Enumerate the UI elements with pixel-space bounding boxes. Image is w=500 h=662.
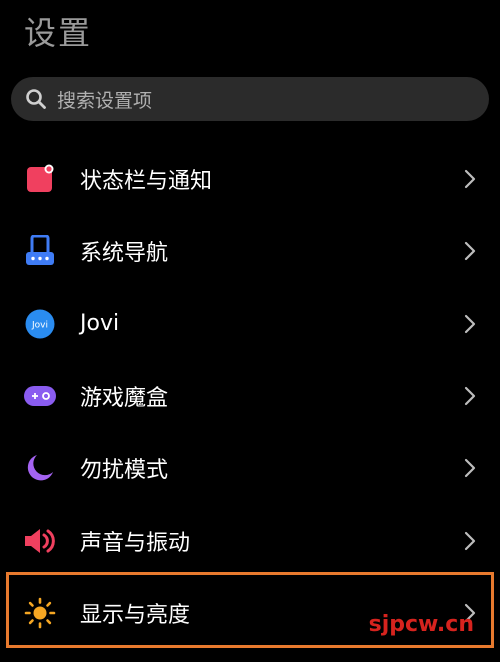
- display-brightness-sun-icon: [23, 596, 57, 630]
- settings-item-label: 声音与振动: [80, 530, 191, 556]
- chevron-right-icon: [464, 241, 476, 261]
- settings-item-jovi[interactable]: Jovi Jovi: [0, 288, 500, 360]
- settings-item-label: 系统导航: [80, 241, 169, 267]
- game-box-icon: [23, 379, 57, 413]
- page-title: 设置: [24, 14, 93, 52]
- system-navigation-icon: [23, 234, 57, 268]
- svg-text:Jovi: Jovi: [31, 320, 48, 330]
- sound-vibration-icon: [23, 524, 57, 558]
- chevron-right-icon: [464, 314, 476, 334]
- settings-item-system-navigation[interactable]: 系统导航: [0, 215, 500, 287]
- search-input[interactable]: 搜索设置项: [11, 77, 489, 121]
- settings-item-sound-vibration[interactable]: 声音与振动: [0, 504, 500, 576]
- settings-item-do-not-disturb[interactable]: 勿扰模式: [0, 432, 500, 504]
- chevron-right-icon: [464, 169, 476, 189]
- settings-item-label: Jovi: [80, 311, 120, 337]
- status-bar-notification-icon: [23, 162, 57, 196]
- settings-item-game-box[interactable]: 游戏魔盒: [0, 360, 500, 432]
- chevron-right-icon: [464, 458, 476, 478]
- settings-item-label: 显示与亮度: [80, 602, 191, 628]
- search-icon: [25, 88, 47, 110]
- watermark: sjpcw.cn: [368, 612, 474, 637]
- settings-item-label: 状态栏与通知: [80, 169, 213, 195]
- search-placeholder: 搜索设置项: [57, 89, 153, 112]
- chevron-right-icon: [464, 531, 476, 551]
- jovi-icon: Jovi: [23, 307, 57, 341]
- do-not-disturb-moon-icon: [23, 451, 57, 485]
- settings-list: 状态栏与通知 系统导航 Jovi Jovi 游戏魔盒 勿扰模式 声音与振动 显示…: [0, 143, 500, 649]
- settings-item-status-bar-notification[interactable]: 状态栏与通知: [0, 143, 500, 215]
- settings-item-label: 游戏魔盒: [80, 386, 169, 412]
- chevron-right-icon: [464, 386, 476, 406]
- settings-item-label: 勿扰模式: [80, 458, 169, 484]
